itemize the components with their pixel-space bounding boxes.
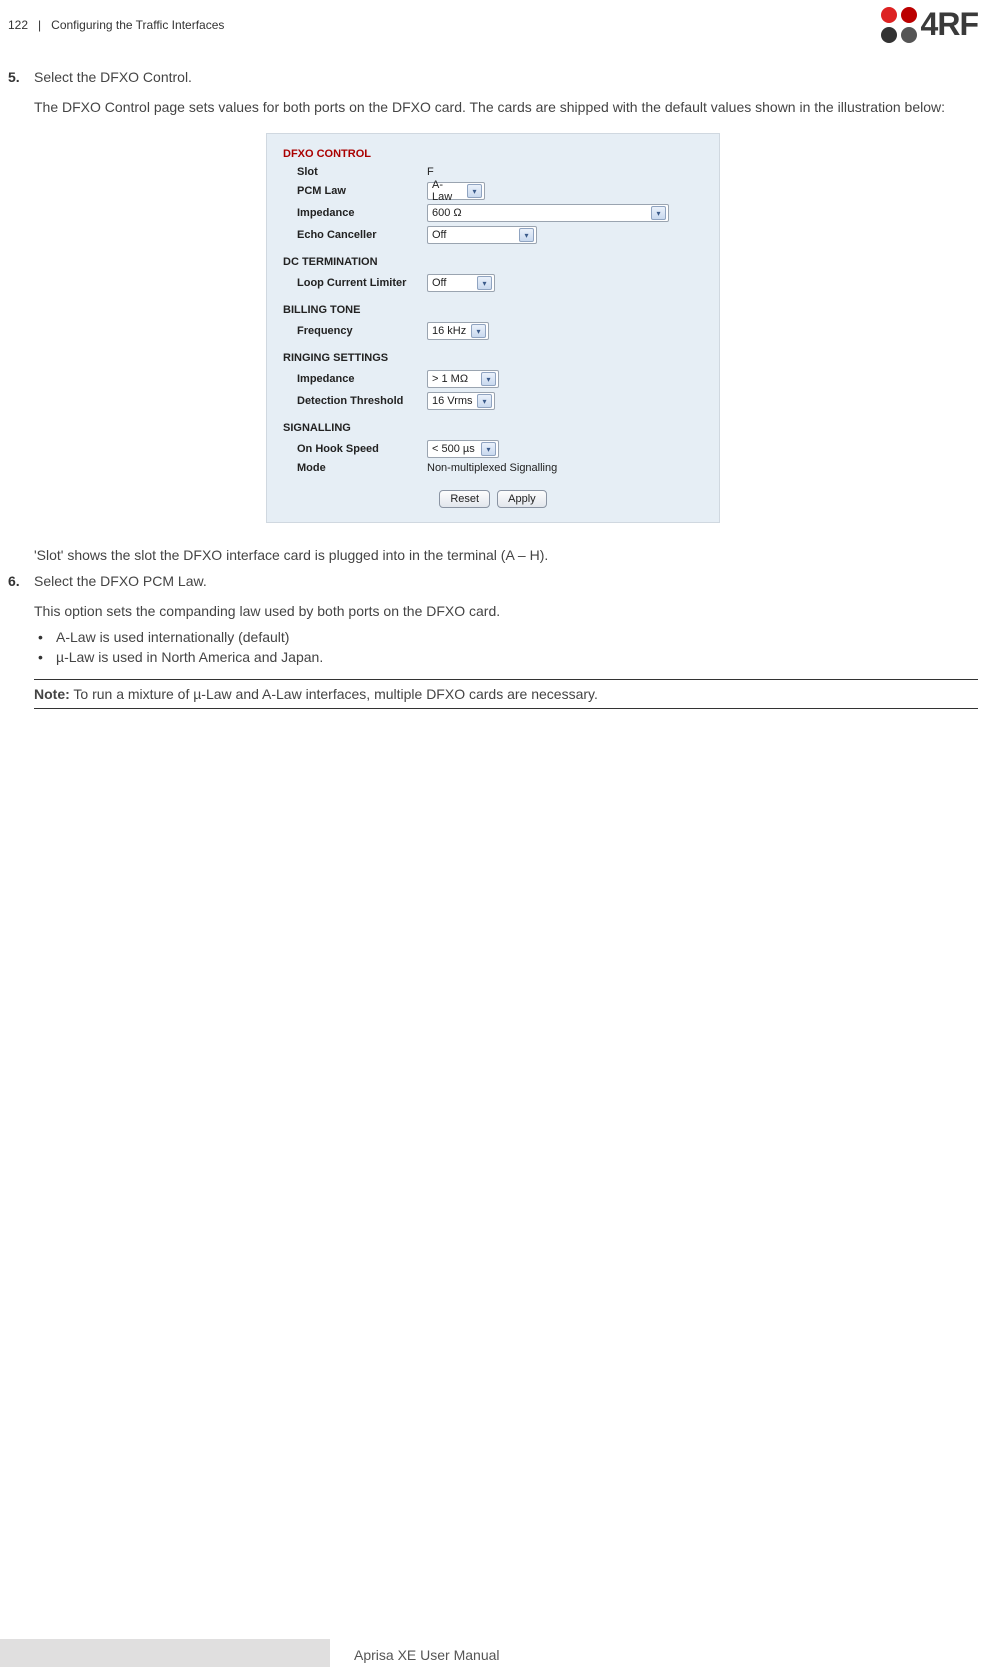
button-row: Reset Apply: [283, 490, 703, 508]
step-number: 5.: [8, 69, 34, 95]
mode-label: Mode: [297, 462, 427, 474]
ringing-impedance-select[interactable]: > 1 MΩ ▾: [427, 370, 499, 388]
step-lead: Select the DFXO Control.: [34, 69, 978, 85]
frequency-value: 16 kHz: [432, 325, 470, 337]
field-frequency: Frequency 16 kHz ▾: [297, 322, 703, 340]
ringing-impedance-value: > 1 MΩ: [432, 373, 472, 385]
field-on-hook-speed: On Hook Speed < 500 µs ▾: [297, 440, 703, 458]
pcm-law-value: A-Law: [432, 179, 467, 203]
step-number: 6.: [8, 573, 34, 599]
field-loop-current-limiter: Loop Current Limiter Off ▾: [297, 274, 703, 292]
field-ringing-impedance: Impedance > 1 MΩ ▾: [297, 370, 703, 388]
footer-text: Aprisa XE User Manual: [330, 1639, 1006, 1667]
billing-tone-heading: BILLING TONE: [283, 304, 703, 316]
page-footer: Aprisa XE User Manual: [0, 1639, 1006, 1667]
pcm-law-select[interactable]: A-Law ▾: [427, 182, 485, 200]
list-item: µ-Law is used in North America and Japan…: [34, 649, 978, 665]
chevron-down-icon: ▾: [519, 228, 534, 242]
echo-canceller-select[interactable]: Off ▾: [427, 226, 537, 244]
field-slot: Slot F: [297, 166, 703, 178]
detection-threshold-label: Detection Threshold: [297, 395, 427, 407]
ringing-impedance-label: Impedance: [297, 373, 427, 385]
apply-button[interactable]: Apply: [497, 490, 547, 508]
impedance-select[interactable]: 600 Ω ▾: [427, 204, 669, 222]
chevron-down-icon: ▾: [471, 324, 486, 338]
field-echo-canceller: Echo Canceller Off ▾: [297, 226, 703, 244]
header-left: 122 | Configuring the Traffic Interfaces: [8, 18, 224, 32]
logo: 4RF: [881, 6, 978, 43]
logo-dots-icon: [881, 7, 917, 43]
on-hook-speed-label: On Hook Speed: [297, 443, 427, 455]
reset-button[interactable]: Reset: [439, 490, 490, 508]
ringing-settings-heading: RINGING SETTINGS: [283, 352, 703, 364]
signalling-heading: SIGNALLING: [283, 422, 703, 434]
section-title: Configuring the Traffic Interfaces: [51, 18, 224, 32]
sep: |: [31, 18, 47, 32]
bullet-list: A-Law is used internationally (default) …: [34, 629, 978, 665]
step-lead: Select the DFXO PCM Law.: [34, 573, 978, 589]
page-number: 122: [8, 18, 28, 32]
frequency-label: Frequency: [297, 325, 427, 337]
dfxo-control-panel: DFXO CONTROL Slot F PCM Law A-Law ▾ Impe…: [266, 133, 720, 523]
echo-canceller-value: Off: [432, 229, 450, 241]
slot-value: F: [427, 166, 434, 178]
field-detection-threshold: Detection Threshold 16 Vrms ▾: [297, 392, 703, 410]
note-text: To run a mixture of µ-Law and A-Law inte…: [70, 686, 598, 702]
impedance-value: 600 Ω: [432, 207, 466, 219]
chevron-down-icon: ▾: [651, 206, 666, 220]
mode-value: Non-multiplexed Signalling: [427, 462, 557, 474]
page-content: 5. Select the DFXO Control. The DFXO Con…: [0, 45, 1006, 709]
slot-description: 'Slot' shows the slot the DFXO interface…: [34, 547, 978, 563]
slot-label: Slot: [297, 166, 427, 178]
step-6: 6. Select the DFXO PCM Law.: [8, 573, 978, 599]
step-5: 5. Select the DFXO Control.: [8, 69, 978, 95]
impedance-label: Impedance: [297, 207, 427, 219]
field-pcm-law: PCM Law A-Law ▾: [297, 182, 703, 200]
on-hook-speed-select[interactable]: < 500 µs ▾: [427, 440, 499, 458]
step-6-para: This option sets the companding law used…: [34, 603, 978, 619]
echo-canceller-label: Echo Canceller: [297, 229, 427, 241]
panel-title: DFXO CONTROL: [283, 148, 703, 160]
chevron-down-icon: ▾: [481, 372, 496, 386]
loop-current-limiter-select[interactable]: Off ▾: [427, 274, 495, 292]
loop-current-limiter-label: Loop Current Limiter: [297, 277, 427, 289]
logo-text: 4RF: [921, 6, 978, 43]
field-mode: Mode Non-multiplexed Signalling: [297, 462, 703, 474]
footer-fill: [0, 1639, 330, 1667]
dc-termination-heading: DC TERMINATION: [283, 256, 703, 268]
frequency-select[interactable]: 16 kHz ▾: [427, 322, 489, 340]
on-hook-speed-value: < 500 µs: [432, 443, 479, 455]
field-impedance: Impedance 600 Ω ▾: [297, 204, 703, 222]
loop-current-limiter-value: Off: [432, 277, 450, 289]
chevron-down-icon: ▾: [481, 442, 496, 456]
note-block: Note: To run a mixture of µ-Law and A-La…: [34, 679, 978, 709]
step-5-para: The DFXO Control page sets values for bo…: [34, 99, 978, 115]
chevron-down-icon: ▾: [477, 394, 492, 408]
list-item: A-Law is used internationally (default): [34, 629, 978, 645]
note-label: Note:: [34, 686, 70, 702]
detection-threshold-select[interactable]: 16 Vrms ▾: [427, 392, 495, 410]
detection-threshold-value: 16 Vrms: [432, 395, 477, 407]
page-header: 122 | Configuring the Traffic Interfaces…: [0, 0, 1006, 45]
pcm-law-label: PCM Law: [297, 185, 427, 197]
chevron-down-icon: ▾: [477, 276, 492, 290]
step-body: Select the DFXO PCM Law.: [34, 573, 978, 599]
step-body: Select the DFXO Control.: [34, 69, 978, 95]
chevron-down-icon: ▾: [467, 184, 482, 198]
